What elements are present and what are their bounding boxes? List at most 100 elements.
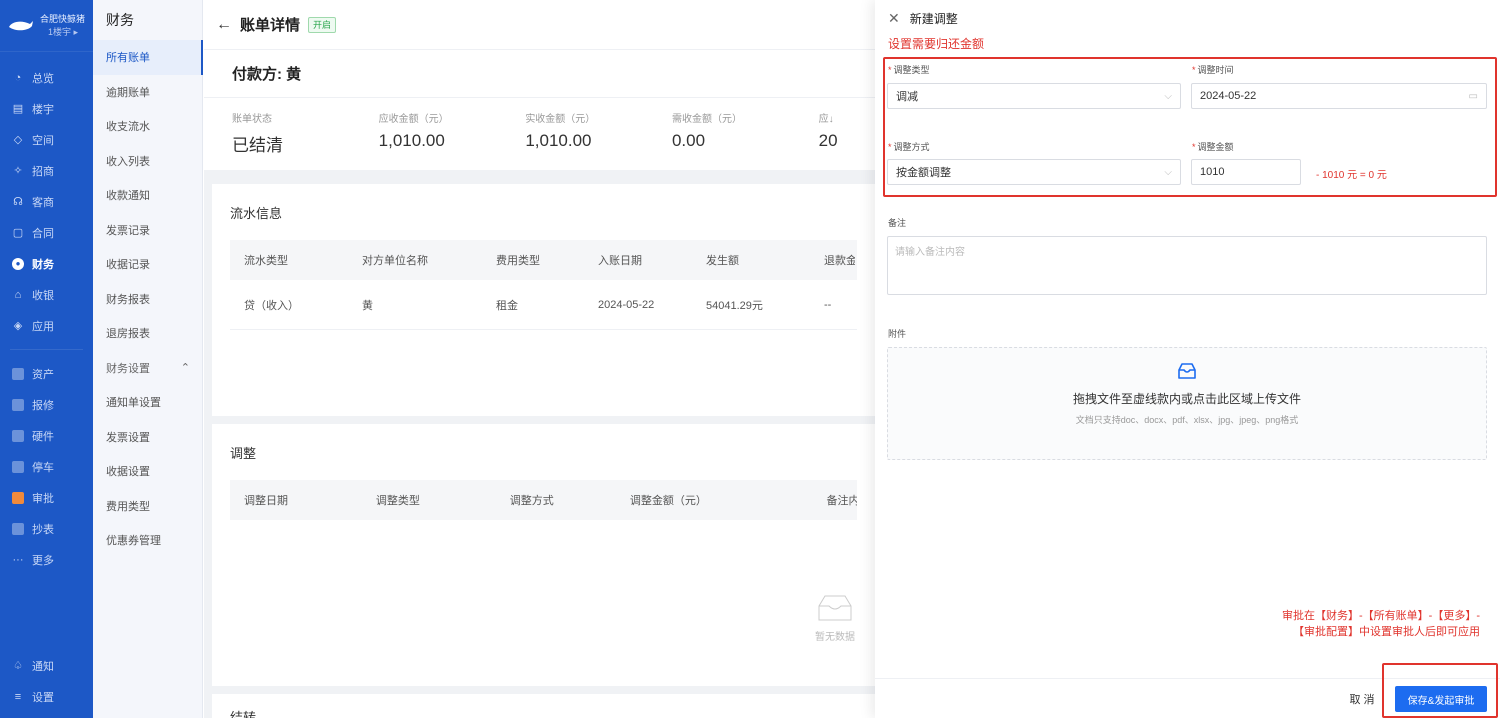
- bill-detail-page: ← 账单详情 开启 付款方: 黄 账单状态 已结清 应收金额（元） 1,010.00…: [204, 0, 875, 718]
- adjust-card: 调整 调整日期 调整类型 调整方式 调整金额（元） 备注内 暂无数据: [212, 424, 875, 686]
- subnav-item-coupons[interactable]: 优惠券管理: [93, 523, 202, 558]
- rail-item-leasing[interactable]: ✧ 招商: [0, 155, 93, 186]
- chevron-down-icon: ⌵: [1164, 166, 1172, 178]
- rail-item-assets[interactable]: 资产: [0, 358, 93, 389]
- back-arrow-icon[interactable]: ←: [216, 16, 232, 34]
- subnav-item-overdue[interactable]: 逾期账单: [93, 75, 202, 110]
- rail-item-tenants[interactable]: ☊ 客商: [0, 186, 93, 217]
- upload-dropzone[interactable]: 拖拽文件至虚线款内或点击此区域上传文件 文档只支持doc、docx、pdf、xl…: [887, 347, 1487, 460]
- rail-item-apps[interactable]: ◈ 应用: [0, 310, 93, 341]
- rail-item-notifications[interactable]: ♤ 通知: [0, 650, 93, 681]
- building-icon: ▤: [12, 103, 24, 115]
- app-rail: 合肥快鲸猪 1楼宇 ▸ ◔ 总览 ▤ 楼宇 ◇ 空间 ✧ 招商 ☊ 客商 ▢ 合同 ● 财务 …: [0, 0, 93, 718]
- subnav-item-fee-types[interactable]: 费用类型: [93, 489, 202, 524]
- stat-status: 账单状态 已结清: [232, 114, 283, 155]
- logo-area[interactable]: 合肥快鲸猪 1楼宇 ▸: [0, 0, 93, 52]
- menu-icon: ≡: [14, 690, 22, 703]
- cube-icon: ◇: [13, 134, 23, 146]
- rail-item-contract[interactable]: ▢ 合同: [0, 217, 93, 248]
- building-switcher[interactable]: 1楼宇 ▸: [40, 26, 85, 39]
- rail-item-hardware[interactable]: 硬件: [0, 420, 93, 451]
- subnav-item-checkout-report[interactable]: 退房报表: [93, 316, 202, 351]
- type-label: * 调整类型: [888, 65, 930, 75]
- subnav-item-receipt-settings[interactable]: 收据设置: [93, 454, 202, 489]
- rail-item-finance[interactable]: ● 财务: [0, 248, 93, 279]
- inbox-icon: [1178, 363, 1196, 379]
- subnav-item-all-bills[interactable]: 所有账单: [93, 40, 203, 75]
- drawer-title: 新建调整: [909, 11, 958, 26]
- subnav-item-cashflow[interactable]: 收支流水: [93, 109, 202, 144]
- subnav-item-payment-notice[interactable]: 收款通知: [93, 178, 202, 213]
- method-label: * 调整方式: [888, 142, 930, 152]
- rail-item-repair[interactable]: 报修: [0, 389, 93, 420]
- carryover-card: 结转: [212, 694, 875, 718]
- rail-item-parking[interactable]: 停车: [0, 451, 93, 482]
- flow-table-header: 流水类型 对方单位名称 费用类型 入账日期 发生额 退款金额: [230, 240, 857, 280]
- overview-icon: ◔: [14, 71, 22, 84]
- assets-icon: [12, 367, 24, 380]
- rail-item-building[interactable]: ▤ 楼宇: [0, 93, 93, 124]
- cancel-button[interactable]: 取 消: [1345, 686, 1379, 712]
- adjust-table-header: 调整日期 调整类型 调整方式 调整金额（元） 备注内: [230, 480, 857, 520]
- subnav-item-invoices[interactable]: 发票记录: [93, 213, 202, 248]
- tag-icon: ✧: [13, 165, 23, 177]
- new-adjustment-drawer: ✕ 新建调整 设置需要归还金额 * 调整类型 调减 ⌵ * 调整时间 2024-05-…: [875, 0, 1500, 718]
- annotation-hint: 设置需要归还金额: [888, 37, 985, 51]
- subnav-item-invoice-settings[interactable]: 发票设置: [93, 420, 202, 455]
- finance-subnav: 财务 所有账单 逾期账单 收支流水 收入列表 收款通知 发票记录 收据记录 财务…: [93, 0, 203, 718]
- payer-name: 付款方: 黄: [204, 50, 875, 98]
- approval-icon: [12, 491, 24, 504]
- flow-title: 流水信息: [230, 205, 283, 221]
- approval-annotation: 审批在【财务】-【所有账单】-【更多】- 【审批配置】中设置审批人后即可应用: [1282, 610, 1480, 638]
- subnav-group-finance-settings[interactable]: 财务设置 ⌃: [93, 351, 202, 386]
- subnav-item-receipts[interactable]: 收据记录: [93, 247, 202, 282]
- stat-received: 实收金额（元） 1,010.00: [525, 114, 596, 150]
- meter-icon: [12, 522, 24, 535]
- bill-summary: 账单状态 已结清 应收金额（元） 1,010.00 实收金额（元） 1,010.00 …: [204, 98, 875, 170]
- amount-input[interactable]: 1010: [1191, 159, 1301, 185]
- upload-title: 拖拽文件至虚线款内或点击此区域上传文件: [1072, 392, 1301, 406]
- home-icon: ⌂: [14, 288, 22, 301]
- remark-textarea[interactable]: 请输入备注内容: [887, 236, 1487, 295]
- empty-state: 暂无数据: [795, 554, 875, 643]
- flow-card: 流水信息 流水类型 对方单位名称 费用类型 入账日期 发生额 退款金额 贷（收入…: [212, 184, 875, 416]
- attachment-label: 附件: [888, 329, 907, 339]
- chevron-down-icon: ⌵: [1164, 90, 1172, 102]
- chevron-right-icon: ▸: [73, 26, 79, 37]
- upload-formats: 文档只支持doc、docx、pdf、xlsx、jpg、jpeg、png格式: [1075, 415, 1299, 425]
- apps-icon: ◈: [13, 320, 23, 332]
- type-select[interactable]: 调减 ⌵: [887, 83, 1181, 109]
- rail-item-space[interactable]: ◇ 空间: [0, 124, 93, 155]
- calendar-icon: ▭: [1468, 90, 1478, 102]
- close-icon[interactable]: ✕: [888, 10, 900, 27]
- stat-due: 需收金额（元） 0.00: [671, 114, 742, 150]
- subnav-item-notice-settings[interactable]: 通知单设置: [93, 385, 202, 420]
- rail-item-meter[interactable]: 抄表: [0, 513, 93, 544]
- date-picker[interactable]: 2024-05-22 ▭: [1191, 83, 1487, 109]
- subnav-item-reports[interactable]: 财务报表: [93, 282, 202, 317]
- amount-calculation: - 1010 元 = 0 元: [1316, 170, 1387, 181]
- rail-item-more[interactable]: ··· 更多: [0, 544, 93, 575]
- parking-icon: [12, 460, 24, 473]
- date-label: * 调整时间: [1192, 65, 1234, 75]
- status-badge: 开启: [308, 16, 337, 33]
- hardware-icon: [12, 429, 24, 442]
- rail-item-approval[interactable]: 审批: [0, 482, 93, 513]
- adjust-title: 调整: [230, 445, 257, 461]
- subnav-item-income[interactable]: 收入列表: [93, 144, 202, 179]
- document-icon: ▢: [12, 227, 24, 239]
- whale-logo-icon: [8, 19, 34, 33]
- page-header: ← 账单详情 开启: [204, 0, 875, 50]
- users-icon: ☊: [13, 196, 23, 208]
- stat-receivable: 应收金额（元） 1,010.00: [378, 114, 449, 150]
- table-row[interactable]: 贷（收入） 黄 租金 2024-05-22 54041.29元 --: [230, 280, 857, 330]
- rail-item-settings[interactable]: ≡ 设置: [0, 681, 93, 712]
- chevron-up-icon: ⌃: [180, 362, 190, 375]
- rail-item-overview[interactable]: ◔ 总览: [0, 62, 93, 93]
- method-select[interactable]: 按金额调整 ⌵: [887, 159, 1181, 185]
- rail-item-cashier[interactable]: ⌂ 收银: [0, 279, 93, 310]
- stat-truncated: 应↓ 20: [818, 114, 838, 150]
- page-title: 账单详情: [240, 17, 301, 34]
- more-icon: ···: [12, 553, 24, 566]
- empty-inbox-icon: [818, 595, 852, 621]
